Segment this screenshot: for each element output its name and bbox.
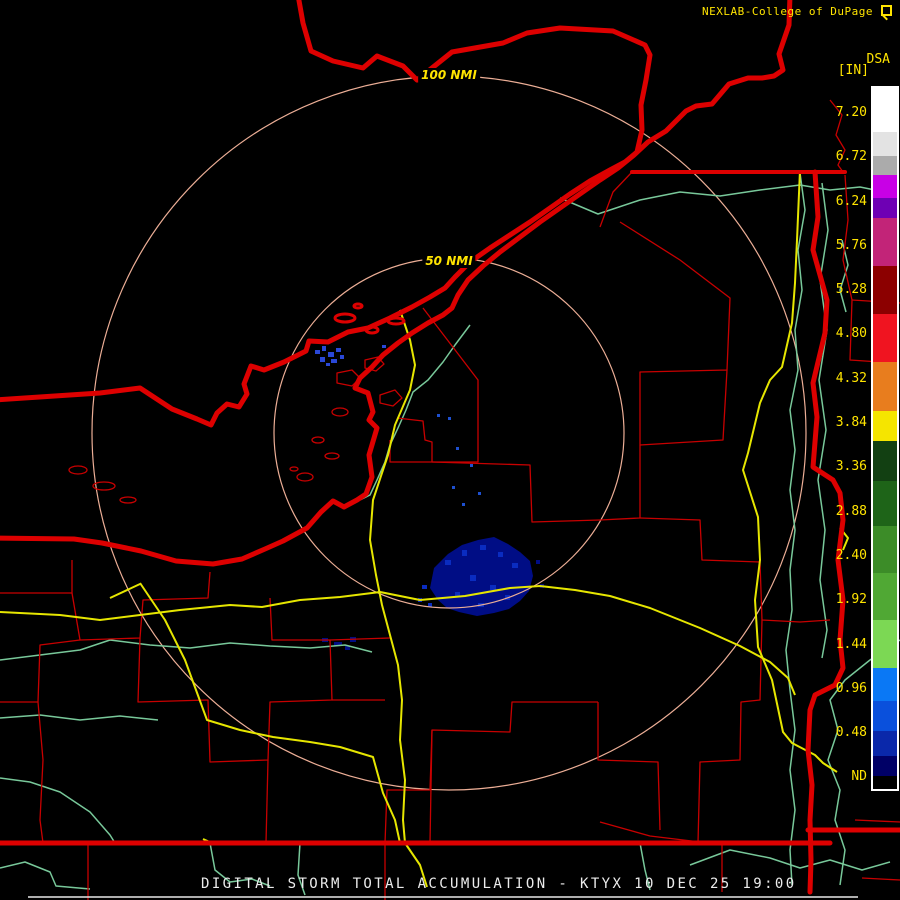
radar-viewer: 100 NMI 50 NMI NEXLAB-College of DuPage … xyxy=(0,0,900,900)
product-code-label: DSA xyxy=(866,52,890,67)
scale-label: 3.36 xyxy=(835,459,867,474)
ring-100nmi xyxy=(91,75,807,791)
color-scale-segment xyxy=(873,218,897,266)
ring-label-100nmi: 100 NMI xyxy=(418,68,480,82)
scale-label: 0.96 xyxy=(835,681,867,696)
radar-echo-layer xyxy=(315,345,544,650)
echo-sparse-dots xyxy=(437,414,481,506)
color-scale-segment xyxy=(873,573,897,620)
color-scale-segment xyxy=(873,701,897,731)
islands xyxy=(333,302,406,335)
scale-label: 4.32 xyxy=(835,371,867,386)
cod-logo-icon xyxy=(881,5,892,16)
color-scale-segment xyxy=(873,668,897,701)
range-rings xyxy=(91,75,807,791)
product-units-label: [IN] xyxy=(837,63,869,78)
scale-label: 6.72 xyxy=(835,149,867,164)
color-scale-segment xyxy=(873,526,897,573)
radar-map xyxy=(0,0,900,900)
color-scale-segment xyxy=(873,88,897,132)
scale-label: ND xyxy=(851,769,867,784)
color-scale-segment xyxy=(873,776,897,789)
color-scale-bar xyxy=(871,86,899,791)
color-scale-segment xyxy=(873,481,897,526)
brand-text[interactable]: NEXLAB-College of DuPage xyxy=(702,5,873,18)
ring-label-50nmi: 50 NMI xyxy=(422,254,476,268)
color-scale-segment xyxy=(873,132,897,156)
scale-label: 3.84 xyxy=(835,415,867,430)
scale-label: 5.28 xyxy=(835,282,867,297)
color-scale-segment xyxy=(873,362,897,411)
color-scale-segment xyxy=(873,314,897,362)
county-lines xyxy=(0,99,900,900)
scale-label: 7.20 xyxy=(835,105,867,120)
color-scale-segment xyxy=(873,156,897,175)
scale-label: 1.44 xyxy=(835,637,867,652)
color-scale-segment xyxy=(873,731,897,756)
scale-label: 5.76 xyxy=(835,238,867,253)
color-scale-segment xyxy=(873,411,897,441)
scale-label: 0.48 xyxy=(835,725,867,740)
color-scale-segment xyxy=(873,198,897,218)
scale-label: 1.92 xyxy=(835,592,867,607)
color-scale-segment xyxy=(873,441,897,481)
color-scale-segment xyxy=(873,266,897,314)
product-caption: DIGITAL STORM TOTAL ACCUMULATION - KTYX … xyxy=(201,876,797,892)
color-scale-segment xyxy=(873,620,897,668)
color-scale-segment xyxy=(873,756,897,776)
scale-label: 4.80 xyxy=(835,326,867,341)
scale-label: 6.24 xyxy=(835,194,867,209)
border-lines xyxy=(0,0,900,895)
color-scale-segment xyxy=(873,175,897,198)
scale-label: 2.40 xyxy=(835,548,867,563)
scale-label: 2.88 xyxy=(835,504,867,519)
lake-east-shore xyxy=(0,0,793,567)
